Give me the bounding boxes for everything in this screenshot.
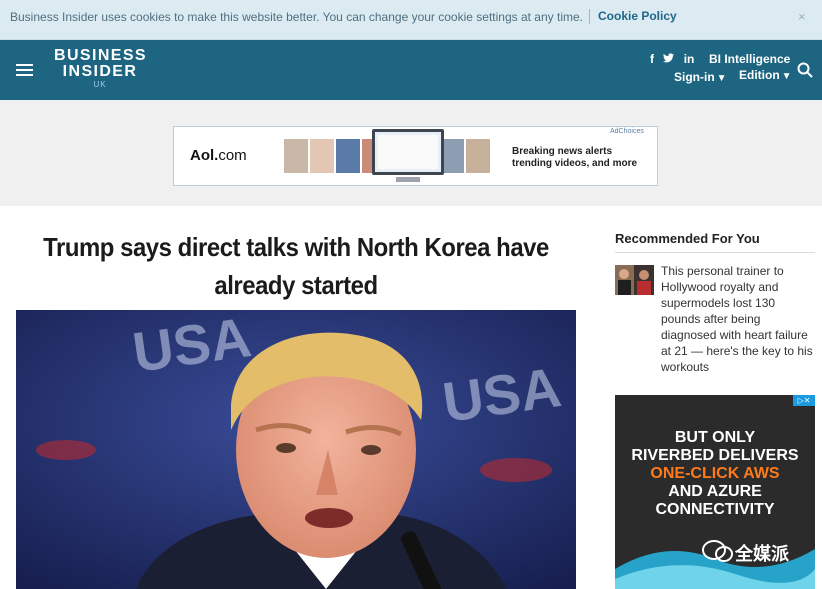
chevron-down-icon: ▼ [716,73,727,84]
sidebar-ad-copy: BUT ONLY RIVERBED DELIVERS ONE-CLICK AWS… [615,429,815,519]
chevron-down-icon: ▼ [781,71,792,82]
search-icon[interactable] [797,62,813,78]
signin-button[interactable]: Sign-in ▼ [674,70,727,84]
cookie-message: Business Insider uses cookies to make th… [10,10,583,24]
close-icon[interactable]: × [798,9,806,24]
sidebar-ad-line4: AND AZURE [668,483,762,500]
ad-copy-line2: trending videos, and more [512,158,638,169]
logo-line-insider: INSIDER [62,63,138,80]
monitor-image [372,129,444,175]
bi-intelligence-link[interactable]: BI Intelligence [709,52,790,66]
recommended-heading: Recommended For You [615,231,760,246]
monitor-stand [396,177,420,182]
watermark-text: 全媒派 [735,544,789,564]
sidebar-ad-line1: BUT ONLY [674,429,756,446]
edition-selector[interactable]: Edition ▼ [739,68,792,82]
business-insider-logo[interactable]: BUSINESS INSIDER UK [54,48,146,90]
sidebar-ad-line3: ONE-CLICK AWS [650,465,780,482]
sidebar-ad-line2: RIVERBED DELIVERS [631,447,799,464]
recommended-divider [615,252,815,253]
logo-line-business: BUSINESS [54,47,147,64]
article-headline: Trump says direct talks with North Korea… [43,232,549,300]
twitter-icon[interactable] [663,52,677,66]
hero-photo: USA USA [16,310,576,589]
linkedin-icon[interactable]: in [684,52,695,66]
cookie-divider [589,9,590,24]
signin-label: Sign-in [674,70,715,84]
logo-edition-uk: UK [93,80,107,89]
aol-logo: Aol.com [190,147,247,164]
hamburger-menu-icon[interactable] [16,64,33,76]
ad-copy-line1: Breaking news alerts [512,146,613,157]
edition-label: Edition [739,68,780,82]
aol-brand-suffix: com [218,147,247,164]
site-header: BUSINESS INSIDER UK f in BI Intelligence… [0,40,822,100]
adchoices-icon[interactable]: AdChoices [610,128,644,135]
article-hero-image: USA USA [16,310,576,589]
ad-close-icon[interactable]: ▷✕ [793,395,815,406]
facebook-icon[interactable]: f [650,52,654,66]
cookie-policy-link[interactable]: Cookie Policy [598,9,677,23]
aol-brand: Aol. [190,147,219,164]
recommended-thumbnail[interactable] [615,265,654,295]
social-links: f in [650,52,700,66]
sidebar-ad-line5: CONNECTIVITY [655,501,775,518]
recommended-item-text[interactable]: This personal trainer to Hollywood royal… [661,263,817,375]
ad-copy: Breaking news alerts trending videos, an… [512,146,637,170]
cookie-banner: Business Insider uses cookies to make th… [0,0,822,40]
aol-banner-ad[interactable]: Aol.com Breaking news alerts trending vi… [173,126,658,186]
